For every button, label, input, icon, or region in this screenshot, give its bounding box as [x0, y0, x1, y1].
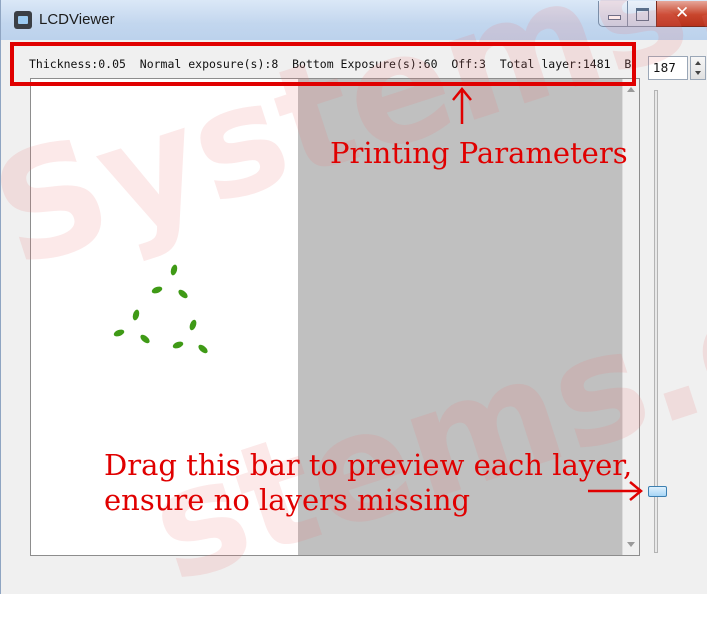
close-icon: ✕	[675, 3, 690, 23]
resin-dot	[151, 286, 163, 294]
resin-dot	[113, 329, 125, 337]
resin-dot	[132, 309, 140, 321]
app-icon	[14, 11, 32, 29]
layer-slider-track[interactable]	[654, 90, 658, 553]
preview-scrollbar[interactable]	[622, 79, 639, 555]
resin-dot	[178, 289, 188, 299]
maximize-button[interactable]	[627, 1, 657, 27]
scroll-down-icon[interactable]	[627, 542, 635, 547]
close-button[interactable]: ✕	[656, 1, 707, 27]
maximize-icon	[636, 8, 649, 21]
minimize-icon	[608, 15, 621, 20]
resin-dot	[140, 334, 150, 344]
printing-parameters-text: Thickness:0.05 Normal exposure(s):8 Bott…	[29, 57, 632, 71]
layer-slider-thumb[interactable]	[648, 486, 667, 497]
resin-dot	[172, 341, 184, 349]
spin-down-icon[interactable]	[695, 71, 701, 75]
lcdviewer-window: LCDViewer ✕ Thickness:0.05 Normal exposu…	[0, 0, 707, 594]
window-title: LCDViewer	[39, 11, 115, 28]
resin-dot	[189, 319, 197, 331]
spin-up-icon[interactable]	[695, 61, 701, 65]
layer-spin-buttons[interactable]	[690, 56, 706, 80]
resin-dot	[198, 344, 208, 354]
status-bar	[1, 573, 707, 594]
resin-dot	[170, 264, 178, 276]
minimize-button[interactable]	[598, 1, 628, 27]
layer-number-value: 187	[653, 61, 676, 75]
scroll-up-icon[interactable]	[627, 87, 635, 92]
layer-preview-canvas	[30, 78, 640, 556]
title-bar[interactable]: LCDViewer ✕	[1, 0, 707, 40]
layer-number-input[interactable]: 187	[648, 56, 688, 80]
layer-slice-image	[113, 264, 208, 354]
